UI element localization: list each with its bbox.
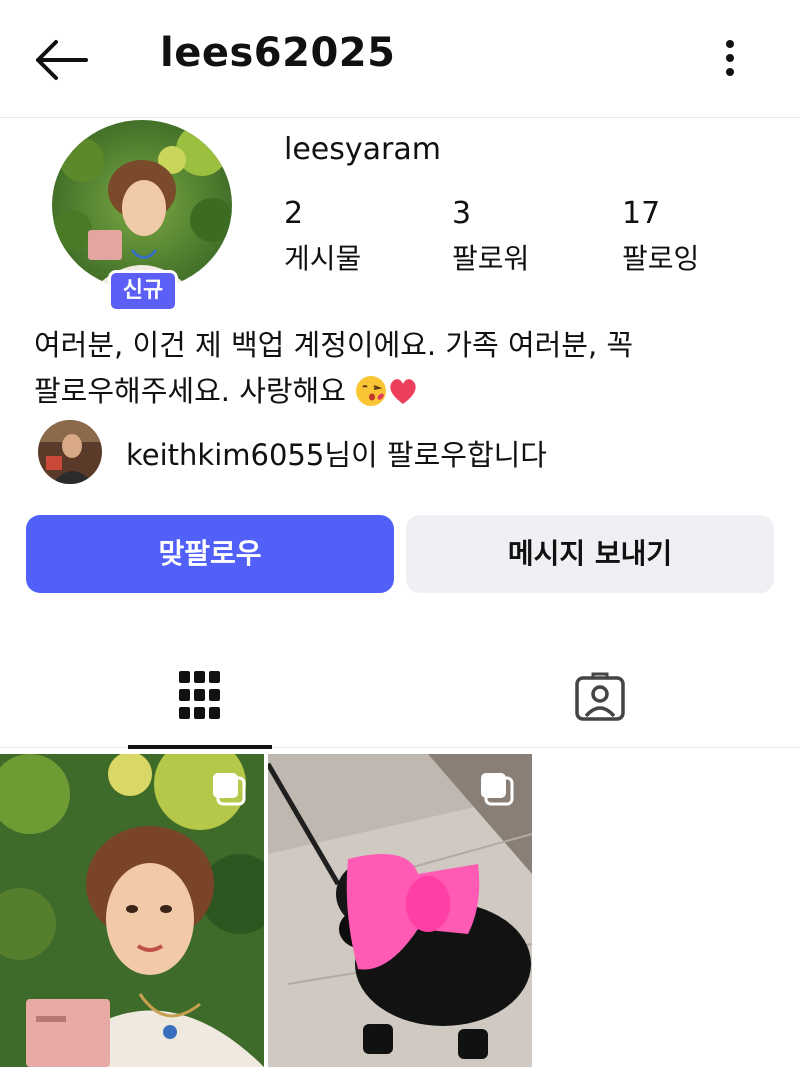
more-vertical-icon — [726, 40, 734, 76]
followed-by-text: keithkim6055님이 팔로우합니다 — [126, 432, 547, 474]
page-title: lees62025 — [160, 30, 396, 76]
tab-tagged[interactable] — [528, 648, 672, 748]
stat-count: 17 — [622, 196, 661, 231]
bio-line: 여러분, 이건 제 백업 계정이에요. 가족 여러분, 꼭 — [34, 328, 634, 362]
profile-tabs — [0, 648, 800, 749]
post-thumbnail[interactable] — [0, 754, 264, 1067]
more-options-button[interactable] — [712, 36, 748, 84]
stat-count: 2 — [284, 196, 304, 231]
bio-line-2: 팔로우해주세요. 사랑해요 — [34, 368, 774, 414]
stat-label: 팔로잉 — [622, 242, 700, 275]
active-tab-indicator — [128, 745, 272, 749]
profile-bio: 여러분, 이건 제 백업 계정이에요. 가족 여러분, 꼭 팔로우해주세요. 사… — [34, 322, 774, 414]
post-thumbnail[interactable] — [268, 754, 532, 1067]
bio-text: 팔로우해주세요. 사랑해요 — [34, 374, 346, 408]
profile-username: leesyaram — [284, 132, 441, 167]
top-bar: lees62025 — [0, 0, 800, 118]
stat-followers[interactable]: 3 팔로워 — [452, 196, 529, 277]
follower-username[interactable]: keithkim6055 — [126, 438, 324, 472]
carousel-icon — [481, 773, 514, 806]
kissing-face-emoji-icon — [356, 376, 387, 406]
tab-posts-grid[interactable] — [128, 648, 272, 749]
back-button[interactable] — [30, 34, 94, 86]
avatar[interactable] — [38, 420, 102, 484]
arrow-left-icon — [36, 40, 88, 80]
message-button[interactable]: 메시지 보내기 — [406, 515, 774, 593]
heart-emoji-icon — [390, 379, 416, 404]
stat-count: 3 — [452, 196, 472, 231]
followed-by-suffix: 님이 팔로우합니다 — [324, 438, 547, 472]
carousel-icon — [213, 773, 246, 806]
follow-back-button[interactable]: 맞팔로우 — [26, 515, 394, 593]
avatar[interactable] — [52, 120, 232, 290]
new-badge: 신규 — [108, 270, 178, 312]
tagged-person-icon — [575, 672, 625, 721]
stat-following[interactable]: 17 팔로잉 — [622, 196, 699, 277]
stat-label: 팔로워 — [452, 242, 530, 275]
stat-label: 게시물 — [284, 242, 362, 275]
stat-posts[interactable]: 2 게시물 — [284, 196, 361, 277]
followed-by-row[interactable]: keithkim6055님이 팔로우합니다 — [38, 420, 778, 484]
grid-icon — [179, 671, 220, 719]
